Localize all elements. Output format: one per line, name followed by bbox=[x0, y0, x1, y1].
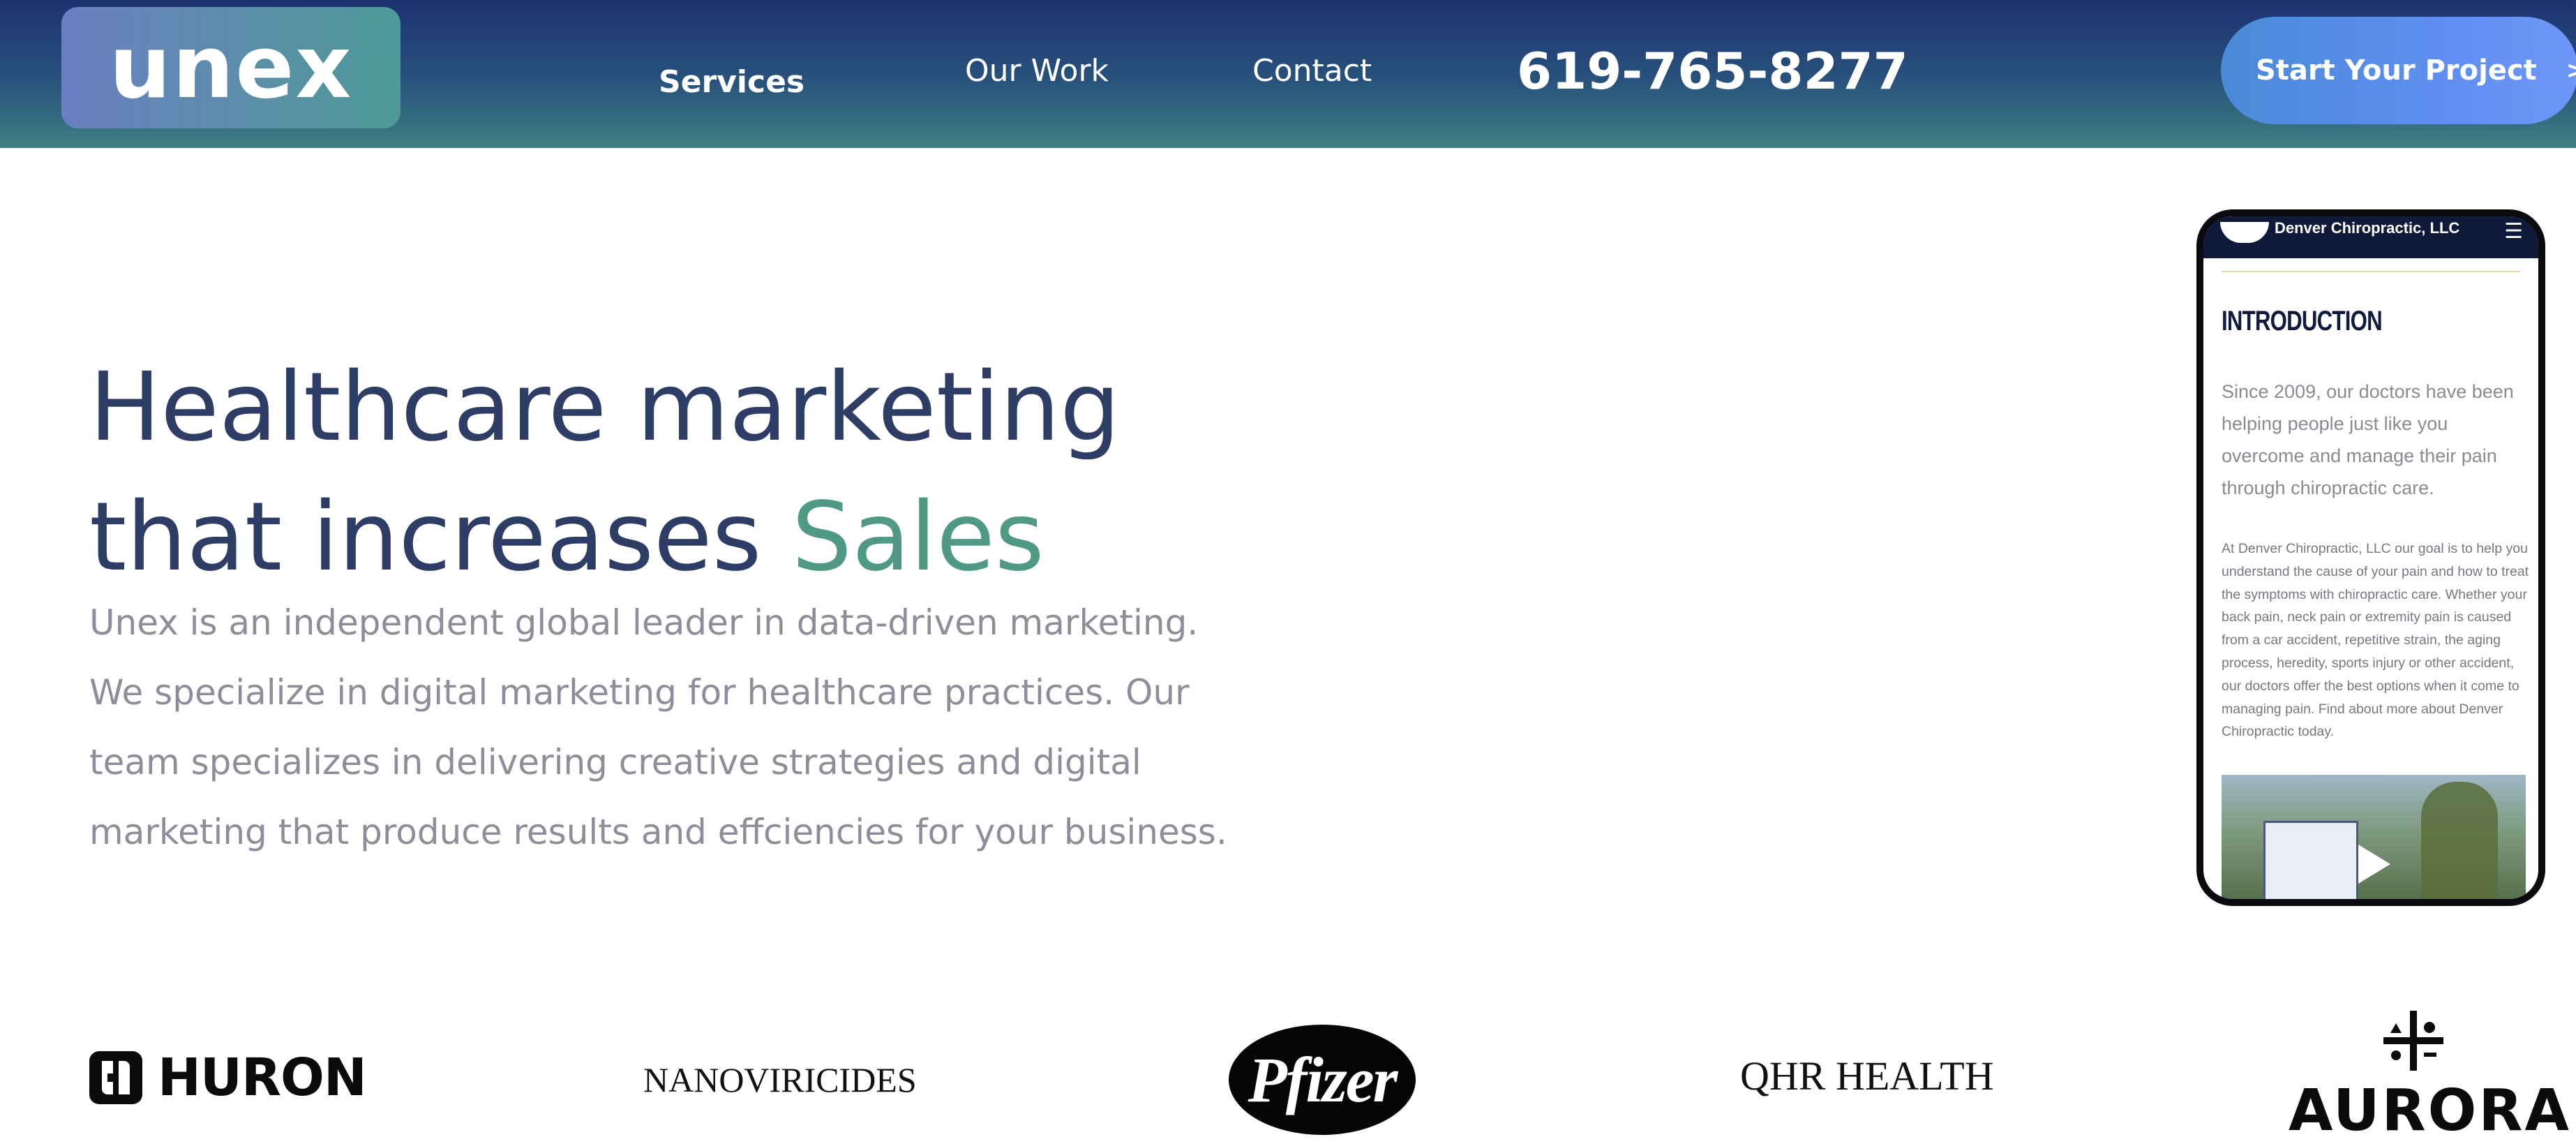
video-tree-image bbox=[2421, 782, 2498, 899]
pfizer-wordmark: Pfizer bbox=[1248, 1044, 1398, 1115]
unex-logo[interactable]: unex bbox=[61, 7, 400, 128]
phone-mockup: Denver Chiropractic, LLC ☰ INTRODUCTION … bbox=[2196, 209, 2545, 906]
qhr-health-logo: QHR HEALTH bbox=[1740, 1053, 1994, 1099]
mockup-lead-line: helping people just like you bbox=[2222, 413, 2448, 434]
hero-title-line-2: that increases Sales bbox=[89, 473, 1345, 602]
mockup-header-bar: Denver Chiropractic, LLC ☰ bbox=[2203, 216, 2538, 258]
mockup-brand: Denver Chiropractic, LLC bbox=[2275, 219, 2460, 237]
mockup-lead-line: overcome and manage their pain bbox=[2222, 445, 2497, 466]
mockup-heading: INTRODUCTION bbox=[2222, 306, 2383, 336]
mockup-body-line: understand the cause of your pain and ho… bbox=[2222, 563, 2529, 579]
huron-mark-icon bbox=[89, 1051, 142, 1104]
nanoviricides-logo: NANOVIRICIDES bbox=[643, 1060, 917, 1099]
mockup-body-line: At Denver Chiropractic, LLC our goal is … bbox=[2222, 541, 2528, 556]
mockup-body-line: process, heredity, sports injury or othe… bbox=[2222, 655, 2515, 671]
site-header: unex Services Our Work Contact 619-765-8… bbox=[0, 0, 2576, 148]
mockup-video-thumbnail[interactable] bbox=[2222, 775, 2526, 899]
hero-description-line: We specialize in digital marketing for h… bbox=[89, 672, 1190, 713]
nav-our-work-link[interactable]: Our Work bbox=[965, 53, 1109, 89]
mockup-body-line: back pain, neck pain or extremity pain i… bbox=[2222, 609, 2512, 625]
mockup-body-line: from a car accident, repetitive strain, … bbox=[2222, 632, 2501, 648]
phone-number-link[interactable]: 619-765-8277 bbox=[1517, 42, 1908, 101]
mockup-lead-line: through chiropractic care. bbox=[2222, 477, 2434, 498]
hero-title-line-1: Healthcare marketing bbox=[89, 352, 1121, 463]
mockup-divider bbox=[2222, 271, 2520, 272]
start-project-button[interactable]: Start Your Project > bbox=[2221, 17, 2576, 124]
mockup-lead-line: Since 2009, our doctors have been bbox=[2222, 381, 2514, 402]
nav-services-link[interactable]: Services bbox=[659, 64, 804, 100]
hero-title-accent: Sales bbox=[791, 482, 1044, 593]
hero-title: Healthcare marketing that increases Sale… bbox=[89, 343, 1345, 602]
hero-description: Unex is an independent global leader in … bbox=[89, 588, 1331, 867]
hero-description-line: team specializes in delivering creative … bbox=[89, 742, 1141, 782]
huron-logo: HURON bbox=[89, 1048, 367, 1108]
aurora-emblem-icon bbox=[2383, 1011, 2443, 1071]
mockup-body-line: Chiropractic today. bbox=[2222, 724, 2335, 740]
mockup-body-line: our doctors offer the best options when … bbox=[2222, 678, 2519, 694]
hero-description-line: Unex is an independent global leader in … bbox=[89, 602, 1199, 643]
video-sign-image bbox=[2263, 821, 2358, 899]
start-project-label: Start Your Project bbox=[2256, 54, 2537, 87]
pfizer-logo: Pfizer bbox=[1229, 1025, 1416, 1135]
hero-title-prefix: that increases bbox=[89, 482, 792, 593]
hero-description-line: marketing that produce results and effci… bbox=[89, 812, 1227, 852]
aurora-wordmark: AURORA bbox=[2289, 1078, 2571, 1144]
mockup-lead: Since 2009, our doctors have been helpin… bbox=[2222, 376, 2531, 504]
mockup-body-line: the symptoms with chiropractic care. Whe… bbox=[2222, 586, 2527, 602]
nav-contact-link[interactable]: Contact bbox=[1252, 53, 1372, 89]
mockup-body: At Denver Chiropractic, LLC our goal is … bbox=[2222, 537, 2533, 743]
logo-text: unex bbox=[109, 17, 353, 118]
play-icon[interactable] bbox=[2358, 845, 2390, 884]
mockup-logo bbox=[2220, 222, 2269, 243]
huron-wordmark: HURON bbox=[158, 1048, 367, 1108]
chevron-right-icon: > bbox=[2566, 57, 2576, 84]
hamburger-menu-icon: ☰ bbox=[2504, 219, 2523, 244]
mockup-body-line: managing pain. Find about more about Den… bbox=[2222, 701, 2503, 717]
